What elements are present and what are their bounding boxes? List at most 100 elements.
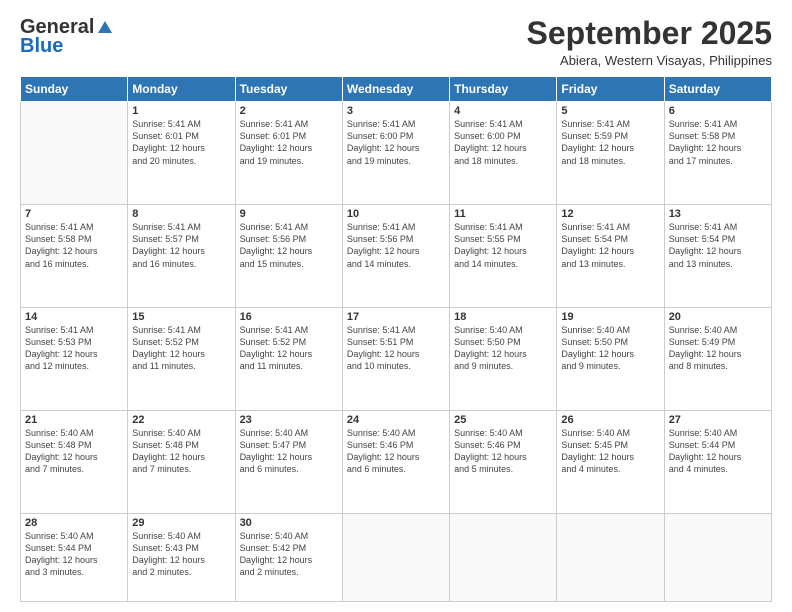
day-number: 12: [561, 208, 659, 220]
day-number: 18: [454, 311, 552, 323]
calendar-cell: [342, 513, 449, 601]
day-info: Sunrise: 5:41 AMSunset: 5:59 PMDaylight:…: [561, 118, 659, 167]
day-number: 26: [561, 414, 659, 426]
calendar-header-friday: Friday: [557, 77, 664, 102]
day-info: Sunrise: 5:40 AMSunset: 5:48 PMDaylight:…: [132, 427, 230, 476]
day-number: 15: [132, 311, 230, 323]
day-number: 14: [25, 311, 123, 323]
day-number: 11: [454, 208, 552, 220]
month-title: September 2025: [527, 16, 772, 51]
calendar-cell: 22Sunrise: 5:40 AMSunset: 5:48 PMDayligh…: [128, 410, 235, 513]
calendar-cell: 9Sunrise: 5:41 AMSunset: 5:56 PMDaylight…: [235, 205, 342, 308]
day-number: 30: [240, 517, 338, 529]
day-info: Sunrise: 5:41 AMSunset: 5:56 PMDaylight:…: [240, 221, 338, 270]
day-info: Sunrise: 5:40 AMSunset: 5:46 PMDaylight:…: [454, 427, 552, 476]
day-number: 23: [240, 414, 338, 426]
day-info: Sunrise: 5:41 AMSunset: 5:52 PMDaylight:…: [240, 324, 338, 373]
day-info: Sunrise: 5:41 AMSunset: 5:58 PMDaylight:…: [669, 118, 767, 167]
title-section: September 2025 Abiera, Western Visayas, …: [527, 16, 772, 68]
week-row-3: 14Sunrise: 5:41 AMSunset: 5:53 PMDayligh…: [21, 307, 772, 410]
day-number: 8: [132, 208, 230, 220]
day-number: 28: [25, 517, 123, 529]
calendar: SundayMondayTuesdayWednesdayThursdayFrid…: [20, 76, 772, 602]
day-info: Sunrise: 5:41 AMSunset: 5:51 PMDaylight:…: [347, 324, 445, 373]
day-number: 21: [25, 414, 123, 426]
calendar-cell: 21Sunrise: 5:40 AMSunset: 5:48 PMDayligh…: [21, 410, 128, 513]
calendar-cell: 11Sunrise: 5:41 AMSunset: 5:55 PMDayligh…: [450, 205, 557, 308]
calendar-cell: 5Sunrise: 5:41 AMSunset: 5:59 PMDaylight…: [557, 102, 664, 205]
calendar-cell: 25Sunrise: 5:40 AMSunset: 5:46 PMDayligh…: [450, 410, 557, 513]
day-info: Sunrise: 5:40 AMSunset: 5:42 PMDaylight:…: [240, 530, 338, 579]
calendar-cell: 1Sunrise: 5:41 AMSunset: 6:01 PMDaylight…: [128, 102, 235, 205]
day-info: Sunrise: 5:40 AMSunset: 5:44 PMDaylight:…: [669, 427, 767, 476]
day-info: Sunrise: 5:41 AMSunset: 5:56 PMDaylight:…: [347, 221, 445, 270]
page: General Blue September 2025 Abiera, West…: [0, 0, 792, 612]
day-number: 27: [669, 414, 767, 426]
day-number: 13: [669, 208, 767, 220]
calendar-cell: 27Sunrise: 5:40 AMSunset: 5:44 PMDayligh…: [664, 410, 771, 513]
calendar-cell: 29Sunrise: 5:40 AMSunset: 5:43 PMDayligh…: [128, 513, 235, 601]
day-info: Sunrise: 5:41 AMSunset: 6:01 PMDaylight:…: [132, 118, 230, 167]
calendar-cell: 6Sunrise: 5:41 AMSunset: 5:58 PMDaylight…: [664, 102, 771, 205]
calendar-cell: 16Sunrise: 5:41 AMSunset: 5:52 PMDayligh…: [235, 307, 342, 410]
calendar-cell: 13Sunrise: 5:41 AMSunset: 5:54 PMDayligh…: [664, 205, 771, 308]
calendar-header-thursday: Thursday: [450, 77, 557, 102]
day-info: Sunrise: 5:40 AMSunset: 5:47 PMDaylight:…: [240, 427, 338, 476]
day-info: Sunrise: 5:40 AMSunset: 5:50 PMDaylight:…: [454, 324, 552, 373]
day-number: 10: [347, 208, 445, 220]
calendar-cell: 2Sunrise: 5:41 AMSunset: 6:01 PMDaylight…: [235, 102, 342, 205]
day-number: 29: [132, 517, 230, 529]
day-number: 1: [132, 105, 230, 117]
location: Abiera, Western Visayas, Philippines: [527, 53, 772, 68]
calendar-cell: 17Sunrise: 5:41 AMSunset: 5:51 PMDayligh…: [342, 307, 449, 410]
calendar-cell: [450, 513, 557, 601]
day-info: Sunrise: 5:41 AMSunset: 5:53 PMDaylight:…: [25, 324, 123, 373]
week-row-4: 21 Sunrise: 5:40 AMSunset: 5:48 PMDayligh…: [21, 410, 772, 513]
day-info: Sunrise: 5:41 AMSunset: 6:00 PMDaylight:…: [347, 118, 445, 167]
day-info: Sunrise: 5:41 AMSunset: 6:00 PMDaylight:…: [454, 118, 552, 167]
day-info: Sunrise: 5:41 AMSunset: 5:55 PMDaylight:…: [454, 221, 552, 270]
day-number: 4: [454, 105, 552, 117]
day-number: 2: [240, 105, 338, 117]
calendar-header-monday: Monday: [128, 77, 235, 102]
calendar-cell: 3Sunrise: 5:41 AMSunset: 6:00 PMDaylight…: [342, 102, 449, 205]
calendar-header-wednesday: Wednesday: [342, 77, 449, 102]
calendar-cell: 30Sunrise: 5:40 AMSunset: 5:42 PMDayligh…: [235, 513, 342, 601]
calendar-cell: 28Sunrise: 5:40 AMSunset: 5:44 PMDayligh…: [21, 513, 128, 601]
day-info: Sunrise: 5:41 AMSunset: 5:52 PMDaylight:…: [132, 324, 230, 373]
week-row-1: 1Sunrise: 5:41 AMSunset: 6:01 PMDaylight…: [21, 102, 772, 205]
day-number: 24: [347, 414, 445, 426]
calendar-cell: 23Sunrise: 5:40 AMSunset: 5:47 PMDayligh…: [235, 410, 342, 513]
day-number: 3: [347, 105, 445, 117]
week-row-5: 28Sunrise: 5:40 AMSunset: 5:44 PMDayligh…: [21, 513, 772, 601]
calendar-header-row: SundayMondayTuesdayWednesdayThursdayFrid…: [21, 77, 772, 102]
calendar-header-saturday: Saturday: [664, 77, 771, 102]
day-info: Sunrise: 5:40 AMSunset: 5:44 PMDaylight:…: [25, 530, 123, 579]
day-info: Sunrise: 5:41 AMSunset: 6:01 PMDaylight:…: [240, 118, 338, 167]
day-number: 19: [561, 311, 659, 323]
day-info: Sunrise: 5:40 AMSunset: 5:46 PMDaylight:…: [347, 427, 445, 476]
day-number: 16: [240, 311, 338, 323]
day-number: 9: [240, 208, 338, 220]
day-info: Sunrise: 5:40 AMSunset: 5:49 PMDaylight:…: [669, 324, 767, 373]
calendar-cell: 4Sunrise: 5:41 AMSunset: 6:00 PMDaylight…: [450, 102, 557, 205]
day-number: 5: [561, 105, 659, 117]
calendar-cell: [557, 513, 664, 601]
day-info: Sunrise: 5:41 AMSunset: 5:57 PMDaylight:…: [132, 221, 230, 270]
calendar-cell: [21, 102, 128, 205]
header: General Blue September 2025 Abiera, West…: [20, 16, 772, 68]
calendar-cell: 8Sunrise: 5:41 AMSunset: 5:57 PMDaylight…: [128, 205, 235, 308]
day-number: 20: [669, 311, 767, 323]
calendar-cell: 10Sunrise: 5:41 AMSunset: 5:56 PMDayligh…: [342, 205, 449, 308]
logo: General Blue: [20, 16, 114, 58]
calendar-cell: 14Sunrise: 5:41 AMSunset: 5:53 PMDayligh…: [21, 307, 128, 410]
day-info: Sunrise: 5:40 AMSunset: 5:45 PMDaylight:…: [561, 427, 659, 476]
day-info: Sunrise: 5:41 AMSunset: 5:54 PMDaylight:…: [669, 221, 767, 270]
calendar-cell: 18Sunrise: 5:40 AMSunset: 5:50 PMDayligh…: [450, 307, 557, 410]
calendar-header-tuesday: Tuesday: [235, 77, 342, 102]
day-number: 22: [132, 414, 230, 426]
day-number: 6: [669, 105, 767, 117]
day-info: Sunrise: 5:41 AMSunset: 5:54 PMDaylight:…: [561, 221, 659, 270]
day-number: 7: [25, 208, 123, 220]
calendar-cell: 26Sunrise: 5:40 AMSunset: 5:45 PMDayligh…: [557, 410, 664, 513]
